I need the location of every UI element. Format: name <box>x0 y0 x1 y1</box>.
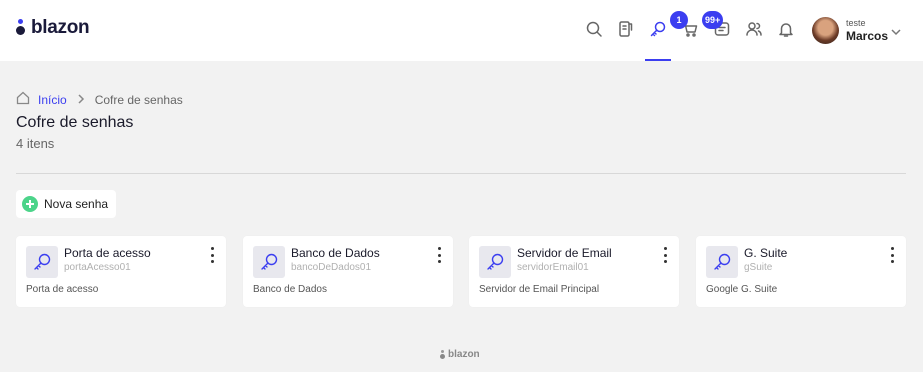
users-icon[interactable] <box>745 20 763 38</box>
messages-badge: 99+ <box>702 11 724 29</box>
plus-icon <box>22 196 38 212</box>
top-bar: blazon 1 99+ teste Marcos <box>0 0 923 61</box>
key-icon <box>479 246 511 278</box>
new-password-label: Nova senha <box>44 197 109 211</box>
chevron-right-icon <box>67 93 95 107</box>
logo-text: blazon <box>31 17 90 38</box>
item-count: 4 itens <box>16 136 55 151</box>
user-role: teste <box>846 18 866 28</box>
card-description: Banco de Dados <box>253 284 327 295</box>
tasks-icon[interactable] <box>617 20 635 38</box>
card-description: Servidor de Email Principal <box>479 284 600 295</box>
new-password-button[interactable]: Nova senha <box>16 190 117 218</box>
more-menu-icon[interactable] <box>208 247 216 263</box>
card-title: Servidor de Email <box>517 246 612 260</box>
blazon-logo[interactable]: blazon <box>16 17 90 39</box>
more-menu-icon[interactable] <box>661 247 669 263</box>
password-card[interactable]: Porta de acesso portaAcesso01 Porta de a… <box>16 236 226 307</box>
active-tab-indicator <box>645 59 671 61</box>
password-card[interactable]: G. Suite gSuite Google G. Suite <box>696 236 906 307</box>
divider <box>16 173 906 174</box>
footer-logo: blazon <box>440 349 480 360</box>
password-card[interactable]: Banco de Dados bancoDeDados01 Banco de D… <box>243 236 453 307</box>
card-username: portaAcesso01 <box>64 262 131 273</box>
card-title: Porta de acesso <box>64 246 151 260</box>
key-icon[interactable] <box>649 20 667 38</box>
breadcrumb-home-link[interactable]: Início <box>38 93 67 107</box>
card-title: G. Suite <box>744 246 788 260</box>
logo-mark-icon <box>440 349 447 360</box>
card-username: servidorEmail01 <box>517 262 589 273</box>
card-title: Banco de Dados <box>291 246 380 260</box>
more-menu-icon[interactable] <box>435 247 443 263</box>
logo-mark-icon <box>16 18 28 38</box>
bell-icon[interactable] <box>777 20 795 38</box>
avatar[interactable] <box>812 17 839 44</box>
card-description: Google G. Suite <box>706 284 778 295</box>
password-card[interactable]: Servidor de Email servidorEmail01 Servid… <box>469 236 679 307</box>
card-username: gSuite <box>744 262 773 273</box>
page-title: Cofre de senhas <box>16 114 134 131</box>
cart-badge: 1 <box>670 11 688 29</box>
search-icon[interactable] <box>585 20 603 38</box>
key-icon <box>253 246 285 278</box>
home-icon[interactable] <box>16 91 30 108</box>
card-username: bancoDeDados01 <box>291 262 372 273</box>
key-icon <box>706 246 738 278</box>
breadcrumb-current: Cofre de senhas <box>94 92 183 107</box>
breadcrumb: Início Cofre de senhas <box>16 91 183 108</box>
card-description: Porta de acesso <box>26 284 99 295</box>
user-name[interactable]: Marcos <box>846 29 888 43</box>
footer-brand: blazon <box>448 349 480 360</box>
chevron-down-icon[interactable] <box>890 25 902 37</box>
key-icon <box>26 246 58 278</box>
more-menu-icon[interactable] <box>888 247 896 263</box>
